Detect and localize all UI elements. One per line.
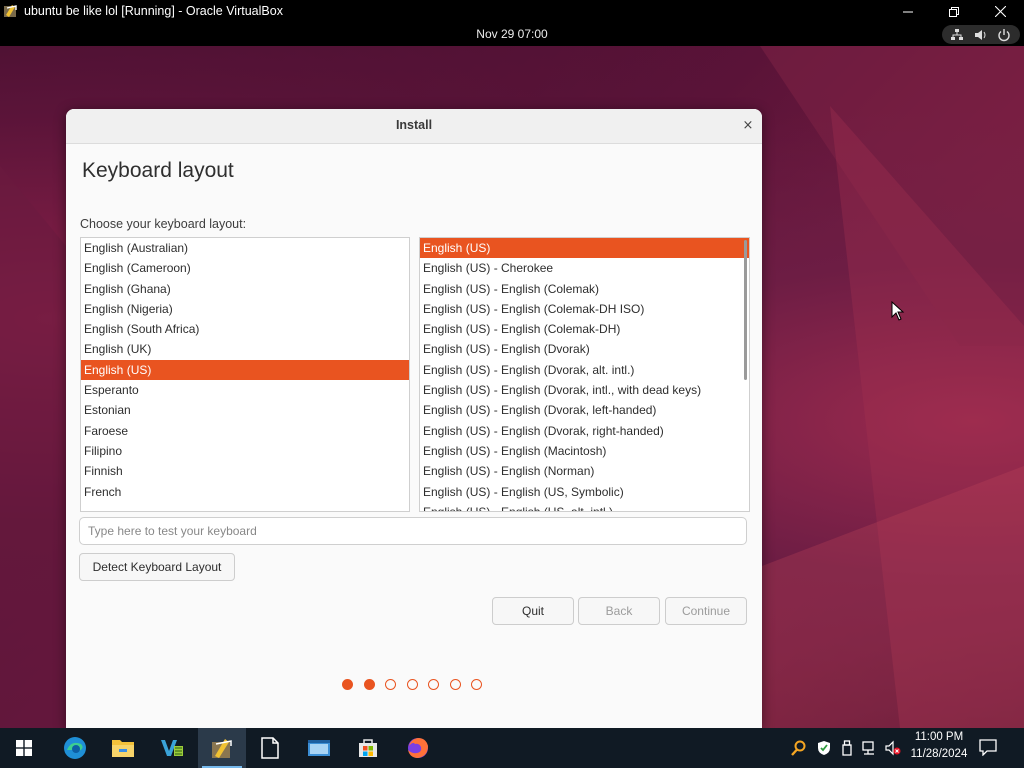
minimize-icon	[903, 11, 913, 12]
keyboard-variant-item[interactable]: English (US) - English (Macintosh)	[420, 441, 749, 461]
quit-button[interactable]: Quit	[492, 597, 574, 625]
taskbar-clock-date[interactable]: 11/28/2024	[906, 748, 972, 760]
taskbar-microsoft-store[interactable]	[344, 728, 392, 768]
mouse-pointer-icon	[891, 301, 905, 321]
keyboard-layout-item[interactable]: English (South Africa)	[81, 319, 409, 339]
security-shield-icon[interactable]	[816, 740, 832, 756]
dialog-header: Install ×	[66, 109, 762, 144]
progress-step-dot	[342, 679, 353, 690]
keyboard-variant-item[interactable]: English (US) - English (Dvorak, right-ha…	[420, 421, 749, 441]
keyboard-layout-item[interactable]: English (Nigeria)	[81, 299, 409, 319]
system-status-menu[interactable]	[942, 25, 1020, 44]
keyboard-variant-item[interactable]: English (US) - English (Dvorak, left-han…	[420, 400, 749, 420]
start-button[interactable]	[0, 728, 48, 768]
virtualbox-app-icon	[4, 5, 17, 17]
keyboard-variant-item[interactable]: English (US) - English (US, Symbolic)	[420, 482, 749, 502]
windows-start-icon	[16, 740, 32, 756]
progress-step-dot	[428, 679, 439, 690]
continue-button[interactable]: Continue	[665, 597, 747, 625]
install-progress-dots	[342, 679, 492, 693]
window-switcher-icon	[308, 740, 330, 756]
taskbar-virtualbox-vm[interactable]	[198, 728, 246, 768]
volume-icon	[975, 30, 986, 40]
notification-center-button[interactable]	[978, 738, 1002, 758]
keyboard-layout-item[interactable]: Finnish	[81, 461, 409, 481]
virtualbox-vm-icon	[212, 739, 232, 758]
progress-step-dot	[449, 679, 461, 690]
page-title: Keyboard layout	[82, 159, 234, 182]
choose-layout-label: Choose your keyboard layout:	[80, 217, 247, 231]
keyboard-layout-item[interactable]: Faroese	[81, 421, 409, 441]
keyboard-variant-item[interactable]: English (US) - English (Dvorak, alt. int…	[420, 360, 749, 380]
taskbar-document[interactable]	[246, 728, 294, 768]
close-icon: ×	[742, 118, 754, 133]
install-dialog: Install × Keyboard layout Choose your ke…	[66, 109, 762, 728]
keyboard-layout-item[interactable]: English (UK)	[81, 339, 409, 359]
keyboard-layout-item[interactable]: French	[81, 482, 409, 502]
virtualbox-manager-icon	[161, 740, 183, 756]
file-explorer-icon	[112, 740, 134, 757]
keyboard-variant-item[interactable]: English (US) - English (Colemak-DH)	[420, 319, 749, 339]
firefox-icon	[408, 738, 428, 758]
network-icon[interactable]	[862, 740, 878, 756]
restore-icon	[949, 6, 959, 17]
back-button[interactable]: Back	[578, 597, 660, 625]
progress-step-dot	[406, 679, 418, 690]
windows-taskbar: 11:00 PM 11/28/2024	[0, 728, 1024, 768]
keyboard-layout-item[interactable]: Esperanto	[81, 380, 409, 400]
edge-browser-icon	[64, 737, 86, 759]
keyboard-layout-item[interactable]: English (Australian)	[81, 238, 409, 258]
keyboard-variant-list[interactable]: English (US) English (US) - Cherokee Engli…	[419, 237, 750, 512]
variant-list-scrollbar[interactable]	[744, 240, 747, 380]
panel-clock[interactable]: Nov 29 07:00	[0, 27, 1024, 41]
detect-keyboard-layout-button[interactable]: Detect Keyboard Layout	[79, 553, 235, 581]
dialog-close-button[interactable]: ×	[738, 116, 758, 136]
network-wired-icon	[951, 29, 963, 40]
keyboard-variant-item[interactable]: English (US) - English (Dvorak, intl., w…	[420, 380, 749, 400]
close-window-button[interactable]	[977, 0, 1023, 23]
microsoft-store-icon	[359, 739, 377, 757]
taskbar-window-app[interactable]	[295, 728, 343, 768]
notification-icon	[979, 739, 997, 757]
taskbar-firefox[interactable]	[394, 728, 442, 768]
dialog-title: Install	[395, 118, 433, 132]
keyboard-layout-item[interactable]: Estonian	[81, 400, 409, 420]
keyboard-layout-item[interactable]: English (US)	[81, 359, 409, 381]
system-tray	[787, 728, 907, 768]
keyboard-layout-item[interactable]: English (Cameroon)	[81, 258, 409, 278]
progress-step-dot	[471, 679, 482, 690]
ubuntu-top-panel: Nov 29 07:00	[0, 23, 1024, 46]
minimize-button[interactable]	[885, 0, 931, 23]
power-icon	[998, 29, 1010, 42]
search-magnifier-icon[interactable]	[791, 740, 807, 756]
usb-device-icon[interactable]	[839, 740, 855, 756]
progress-step-dot	[385, 679, 396, 690]
keyboard-layout-item[interactable]: Filipino	[81, 441, 409, 461]
vbox-title-bar: ubuntu be like lol [Running] - Oracle Vi…	[0, 0, 1024, 23]
keyboard-variant-item[interactable]: English (US) - English (Dvorak)	[420, 339, 749, 359]
taskbar-virtualbox-manager[interactable]	[148, 728, 196, 768]
keyboard-variant-item[interactable]: English (US) - English (Colemak)	[420, 279, 749, 299]
taskbar-edge[interactable]	[51, 728, 99, 768]
volume-muted-icon[interactable]	[885, 740, 901, 756]
keyboard-variant-item[interactable]: English (US) - Cherokee	[420, 258, 749, 278]
vbox-window-title: ubuntu be like lol [Running] - Oracle Vi…	[24, 4, 283, 18]
close-icon	[994, 6, 1006, 17]
taskbar-clock-time[interactable]: 11:00 PM	[906, 731, 972, 743]
keyboard-test-input[interactable]	[79, 517, 747, 545]
keyboard-layout-item[interactable]: English (Ghana)	[81, 279, 409, 299]
progress-step-dot	[363, 679, 375, 690]
restore-button[interactable]	[931, 0, 977, 23]
keyboard-variant-item[interactable]: English (US)	[420, 238, 749, 259]
keyboard-variant-item[interactable]: English (US) - English (Colemak-DH ISO)	[420, 299, 749, 319]
keyboard-variant-item[interactable]: English (US) - English (Norman)	[420, 461, 749, 481]
taskbar-file-explorer[interactable]	[99, 728, 147, 768]
keyboard-variant-item[interactable]: English (US) - English (US, alt. intl.)	[420, 502, 749, 511]
document-icon	[261, 737, 279, 759]
keyboard-layout-list[interactable]: English (Australian) English (Cameroon) En…	[80, 237, 410, 512]
